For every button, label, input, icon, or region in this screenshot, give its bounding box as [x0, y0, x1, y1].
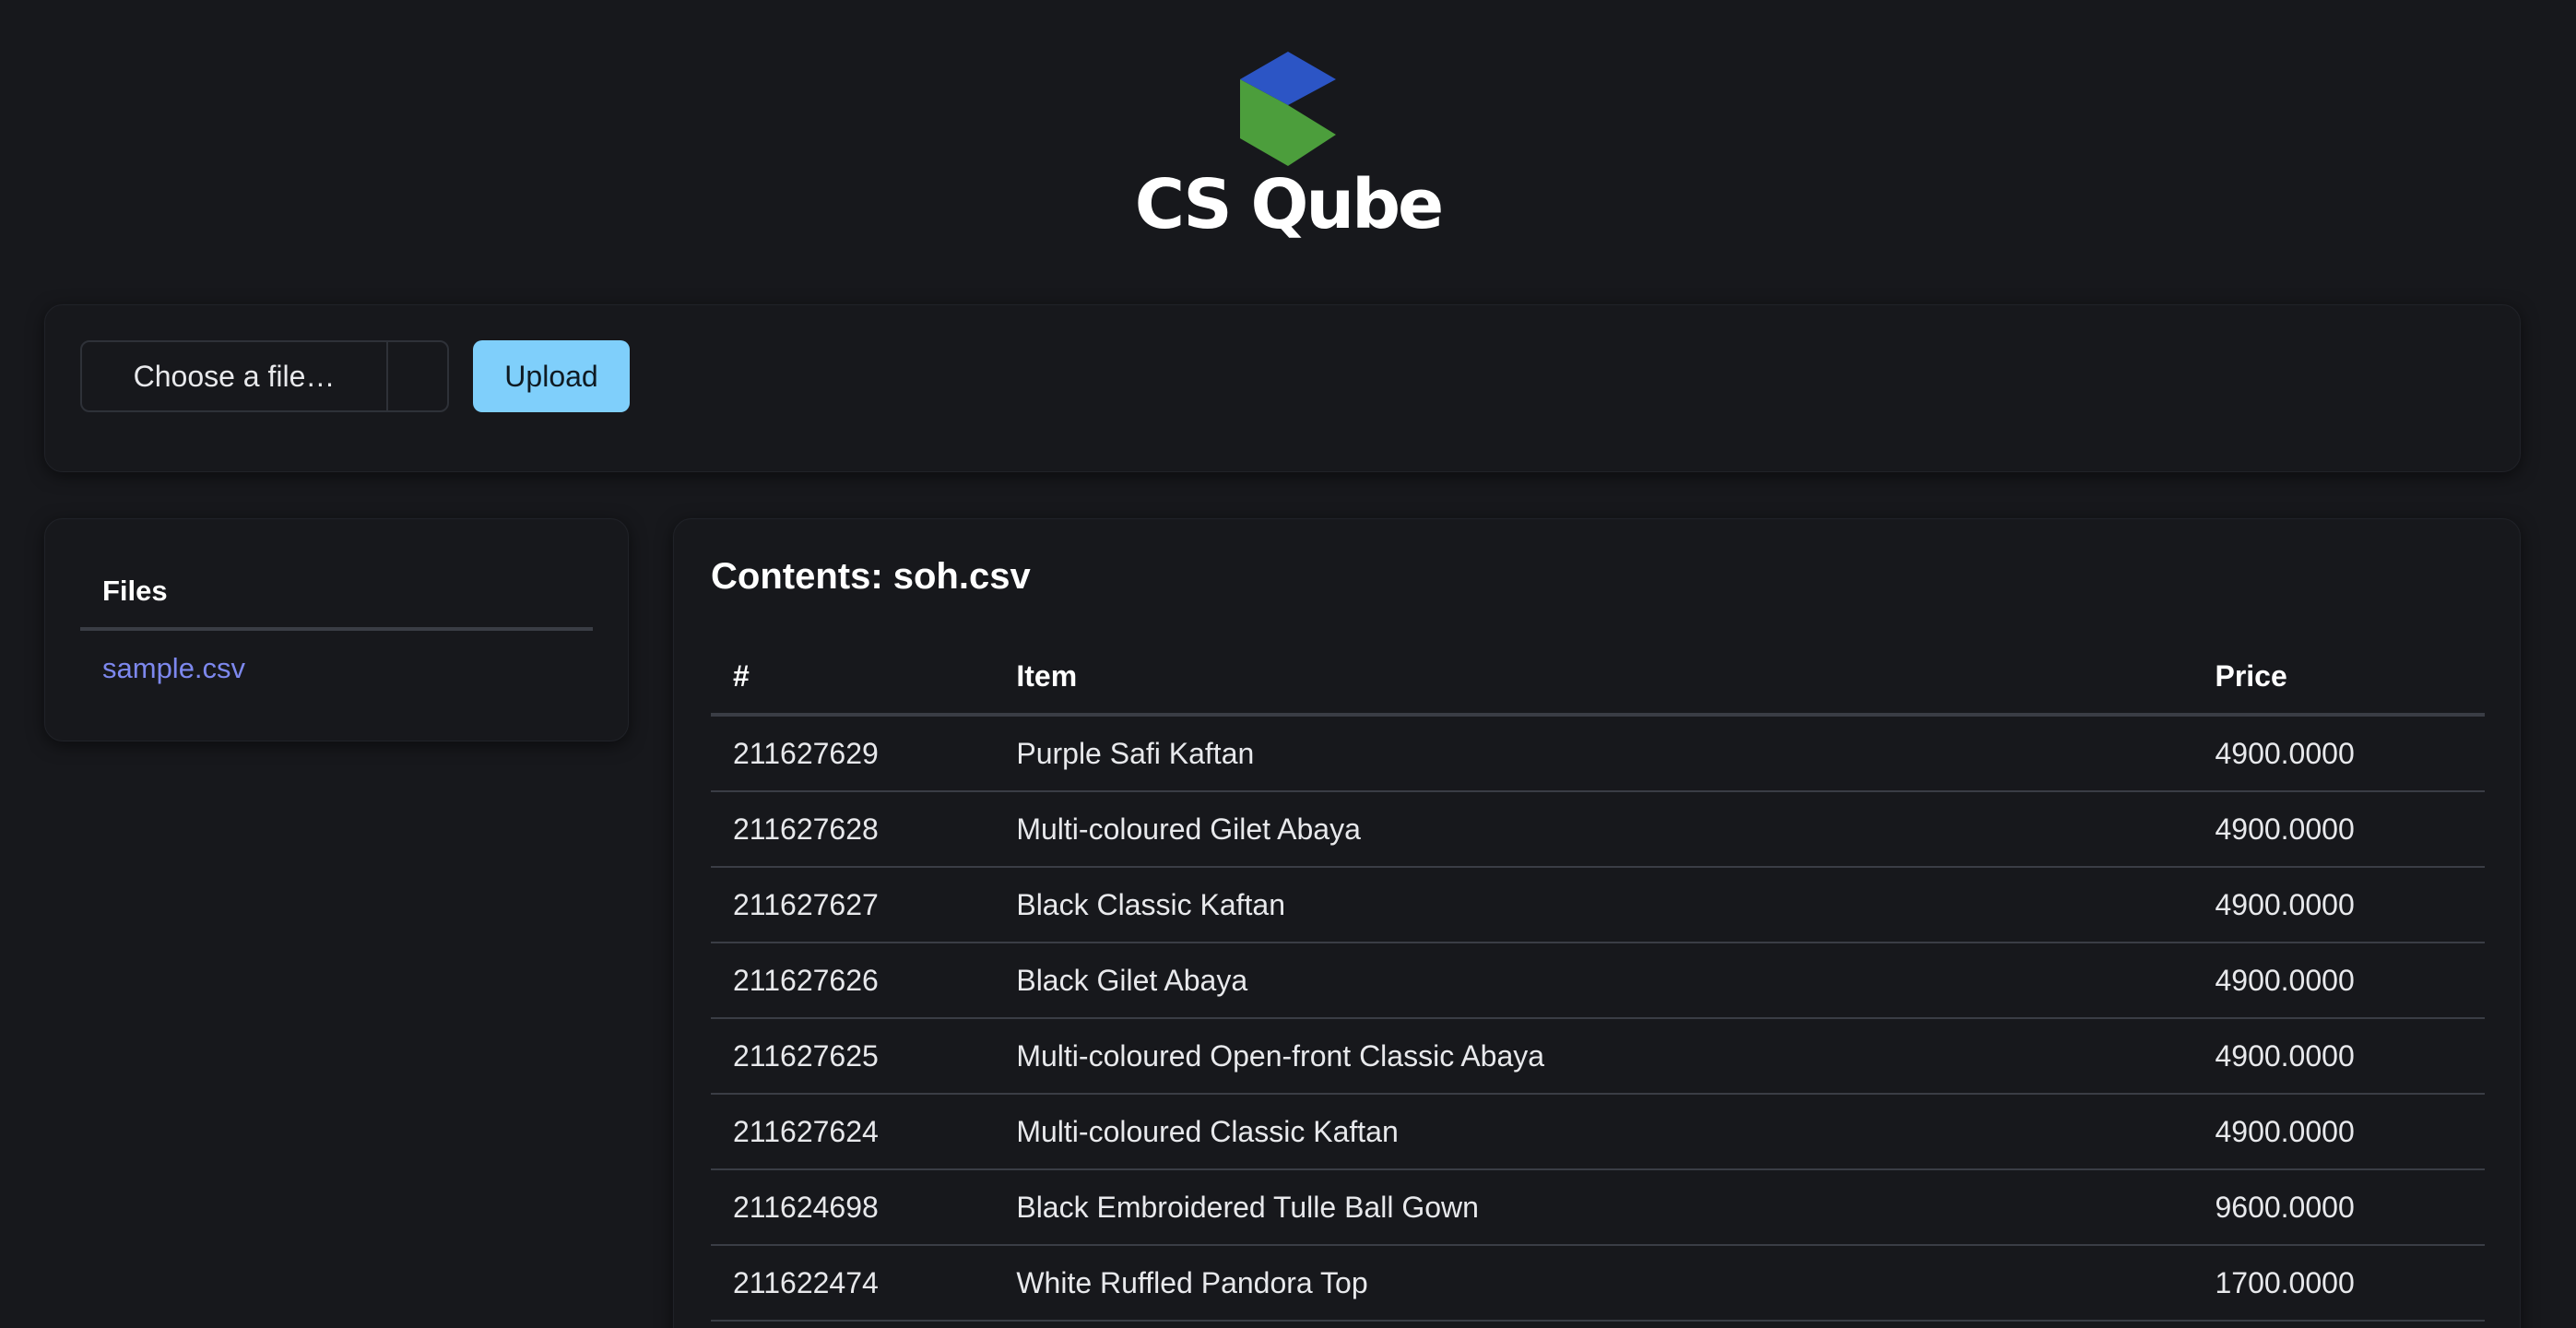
cell-price: 4900.0000 [2192, 943, 2485, 1019]
cell-price: 9600.0000 [2192, 1169, 2485, 1246]
cell-price: 1700.0000 [2192, 1245, 2485, 1322]
file-picker[interactable]: Choose a file… [80, 340, 449, 412]
contents-table: # Item Price 211627629 Purple Safi Kafta… [711, 639, 2485, 1322]
cell-number: 211627624 [711, 1094, 995, 1170]
files-divider [80, 627, 593, 631]
cell-number: 211624698 [711, 1169, 995, 1246]
table-row: 211627628 Multi-coloured Gilet Abaya 490… [711, 791, 2485, 868]
cell-number: 211627627 [711, 867, 995, 943]
cell-item: Purple Safi Kaftan [994, 715, 2193, 792]
table-row: 211627624 Multi-coloured Classic Kaftan … [711, 1094, 2485, 1170]
cell-number: 211627626 [711, 943, 995, 1019]
file-link-sample[interactable]: sample.csv [102, 652, 245, 685]
file-picker-divider [386, 342, 388, 410]
table-row: 211627626 Black Gilet Abaya 4900.0000 [711, 943, 2485, 1019]
column-header-price: Price [2192, 639, 2485, 717]
table-row: 211622474 White Ruffled Pandora Top 1700… [711, 1245, 2485, 1322]
column-header-number: # [711, 639, 995, 717]
brand-name: CS Qube [1134, 165, 1445, 244]
table-row: 211624698 Black Embroidered Tulle Ball G… [711, 1169, 2485, 1246]
upload-button[interactable]: Upload [473, 340, 630, 412]
files-title: Files [102, 575, 168, 607]
table-row: 211627629 Purple Safi Kaftan 4900.0000 [711, 715, 2485, 792]
cell-number: 211627625 [711, 1018, 995, 1095]
cell-price: 4900.0000 [2192, 715, 2485, 792]
cell-price: 4900.0000 [2192, 791, 2485, 868]
cell-item: Black Classic Kaftan [994, 867, 2193, 943]
cell-number: 211627628 [711, 791, 995, 868]
cell-price: 4900.0000 [2192, 867, 2485, 943]
cell-item: White Ruffled Pandora Top [994, 1245, 2193, 1322]
upload-card: Choose a file… Upload [44, 304, 2521, 472]
cell-item: Multi-coloured Gilet Abaya [994, 791, 2193, 868]
cell-item: Multi-coloured Open-front Classic Abaya [994, 1018, 2193, 1095]
contents-title: Contents: soh.csv [711, 556, 1031, 597]
table-header-row: # Item Price [711, 639, 2485, 717]
page: CS Qube Choose a file… Upload Files samp… [0, 0, 2576, 1328]
table-row: 211627627 Black Classic Kaftan 4900.0000 [711, 867, 2485, 943]
choose-file-label[interactable]: Choose a file… [82, 342, 386, 410]
table-row: 211627625 Multi-coloured Open-front Clas… [711, 1018, 2485, 1095]
logo-top-shape [1240, 52, 1336, 79]
cell-number: 211622474 [711, 1245, 995, 1322]
cell-item: Black Gilet Abaya [994, 943, 2193, 1019]
brand-header: CS Qube [0, 52, 2576, 243]
cell-item: Multi-coloured Classic Kaftan [994, 1094, 2193, 1170]
cell-price: 4900.0000 [2192, 1018, 2485, 1095]
files-card: Files sample.csv [44, 518, 629, 741]
cell-item: Black Embroidered Tulle Ball Gown [994, 1169, 2193, 1246]
cell-number: 211627629 [711, 715, 995, 792]
logo-icon [1240, 52, 1336, 166]
cell-price: 4900.0000 [2192, 1094, 2485, 1170]
contents-card: Contents: soh.csv # Item Price 211627629… [673, 518, 2521, 1328]
column-header-item: Item [994, 639, 2193, 717]
